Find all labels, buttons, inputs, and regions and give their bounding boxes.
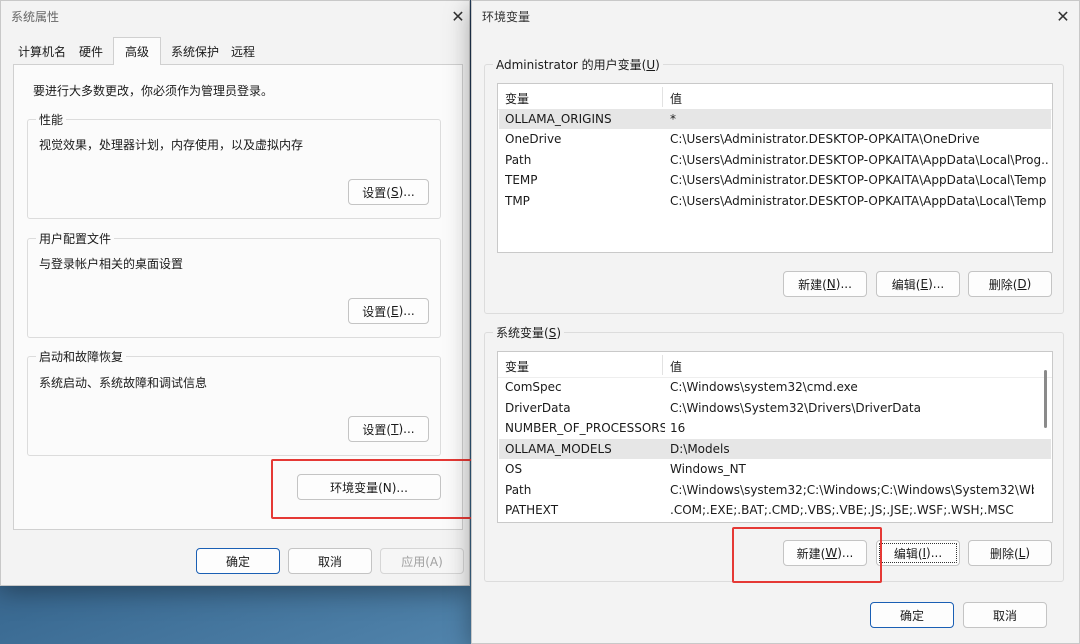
system-edit-button[interactable]: 编辑(I)...: [876, 540, 960, 566]
user-profiles-label: 用户配置文件: [36, 230, 115, 247]
table-row[interactable]: NUMBER_OF_PROCESSORS 16: [499, 418, 1051, 438]
performance-label: 性能: [36, 111, 67, 128]
user-variables-label: Administrator 的用户变量(U): [493, 56, 663, 73]
sys-col-value[interactable]: 值: [670, 358, 682, 375]
tab-advanced[interactable]: 高级: [113, 37, 161, 65]
table-row[interactable]: OLLAMA_MODELS D:\Models: [499, 439, 1051, 459]
user-variables-list[interactable]: 变量 值 OLLAMA_ORIGINS * OneDrive C:\Users\Ad…: [497, 83, 1053, 253]
startup-recovery-desc: 系统启动、系统故障和调试信息: [39, 376, 208, 390]
table-row[interactable]: TMP C:\Users\Administrator.DESKTOP-OPKAIT…: [499, 191, 1051, 211]
environment-variables-close-icon[interactable]: ✕: [1050, 5, 1076, 27]
admin-notice: 要进行大多数更改，你必须作为管理员登录。: [33, 84, 274, 98]
table-row[interactable]: OLLAMA_ORIGINS *: [499, 109, 1051, 129]
startup-recovery-label: 启动和故障恢复: [36, 348, 127, 365]
user-edit-button[interactable]: 编辑(E)...: [876, 271, 960, 297]
system-variables-label: 系统变量(S): [493, 324, 564, 341]
system-variables-header: 变量 值: [498, 352, 1052, 378]
environment-variables-titlebar[interactable]: 环境变量: [472, 1, 1079, 31]
apply-button[interactable]: 应用(A): [380, 548, 464, 574]
environment-variables-title: 环境变量: [482, 9, 531, 24]
table-row[interactable]: Path C:\Windows\system32;C:\Windows;C:\Wi…: [499, 480, 1051, 500]
sys-col-variable[interactable]: 变量: [505, 358, 529, 375]
user-profiles-desc: 与登录帐户相关的桌面设置: [39, 257, 184, 271]
user-profiles-settings-button[interactable]: 设置(E)...: [348, 298, 429, 324]
system-properties-window: 系统属性 ✕ 计算机名 硬件 高级 系统保护 远程 要进行大多数更改，你必须作为…: [0, 0, 473, 586]
tab-hardware[interactable]: 硬件: [71, 39, 111, 63]
tab-remote[interactable]: 远程: [225, 39, 261, 63]
user-new-button[interactable]: 新建(N)...: [783, 271, 867, 297]
user-delete-button[interactable]: 删除(D): [968, 271, 1052, 297]
env-ok-button[interactable]: 确定: [870, 602, 954, 628]
cancel-button[interactable]: 取消: [288, 548, 372, 574]
table-row[interactable]: ComSpec C:\Windows\system32\cmd.exe: [499, 377, 1051, 397]
system-variables-list[interactable]: 变量 值 ComSpec C:\Windows\system32\cmd.exe …: [497, 351, 1053, 523]
tab-system-protection[interactable]: 系统保护: [165, 39, 225, 63]
performance-desc: 视觉效果，处理器计划，内存使用，以及虚拟内存: [39, 138, 304, 152]
system-properties-title: 系统属性: [11, 9, 60, 24]
table-row[interactable]: PATHEXT .COM;.EXE;.BAT;.CMD;.VBS;.VBE;.JS…: [499, 500, 1051, 520]
system-variables-scrollbar[interactable]: [1044, 370, 1047, 428]
table-row[interactable]: Path C:\Users\Administrator.DESKTOP-OPKAI…: [499, 150, 1051, 170]
table-row[interactable]: OneDrive C:\Users\Administrator.DESKTOP-O…: [499, 129, 1051, 149]
startup-recovery-settings-button[interactable]: 设置(T)...: [348, 416, 429, 442]
environment-variables-window: 环境变量 ✕ Administrator 的用户变量(U) 变量 值 OLLAM…: [471, 0, 1080, 644]
ok-button[interactable]: 确定: [196, 548, 280, 574]
system-properties-close-icon[interactable]: ✕: [445, 5, 471, 27]
table-row[interactable]: OS Windows_NT: [499, 459, 1051, 479]
tab-computer-name[interactable]: 计算机名: [13, 39, 71, 63]
user-col-variable[interactable]: 变量: [505, 90, 529, 107]
user-variables-header: 变量 值: [498, 84, 1052, 110]
highlight-box-system-new-button: [732, 527, 882, 583]
table-row[interactable]: DriverData C:\Windows\System32\Drivers\Dr…: [499, 398, 1051, 418]
table-row[interactable]: TEMP C:\Users\Administrator.DESKTOP-OPKAI…: [499, 170, 1051, 190]
performance-settings-button[interactable]: 设置(S)...: [348, 179, 429, 205]
system-properties-titlebar[interactable]: 系统属性: [1, 1, 469, 31]
highlight-box-env-button: [271, 459, 473, 519]
env-cancel-button[interactable]: 取消: [963, 602, 1047, 628]
system-delete-button[interactable]: 删除(L): [968, 540, 1052, 566]
user-col-value[interactable]: 值: [670, 90, 682, 107]
